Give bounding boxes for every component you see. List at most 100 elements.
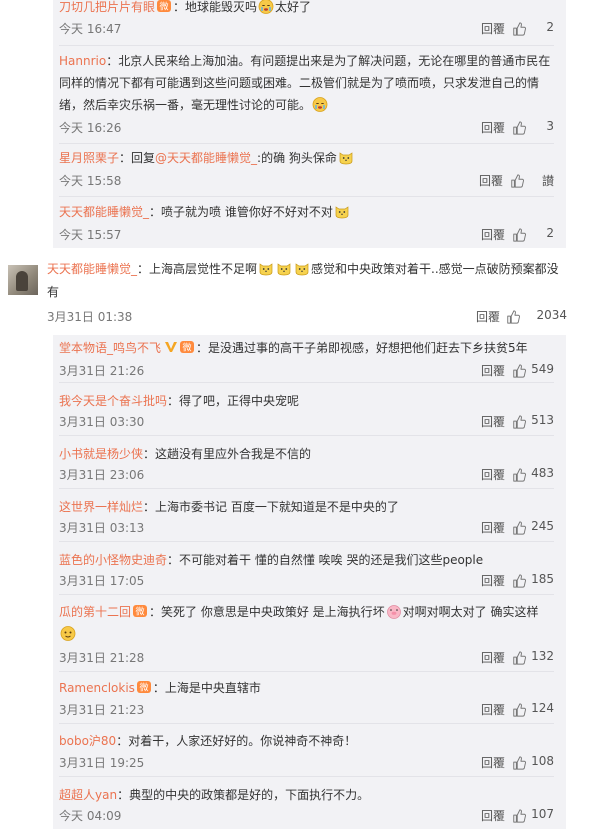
- cry-emoji-icon: [312, 96, 328, 112]
- reply-button[interactable]: 回覆: [481, 572, 505, 589]
- reply-button[interactable]: 回覆: [481, 20, 505, 37]
- reply-username[interactable]: 堂本物语_鸣鸟不飞: [59, 341, 161, 355]
- reply-text: ：是没遇过事的高干子弟即视感，好想把他们赶去下乡扶贫5年: [196, 341, 528, 355]
- thumbs-up-icon[interactable]: [512, 756, 526, 770]
- reply-meta: 3月31日 03:30 回覆 513: [59, 413, 566, 433]
- reply-username[interactable]: 刀切几把片片有眼: [59, 0, 155, 14]
- reply-time: 今天 04:09: [59, 809, 122, 823]
- reply-meta: 3月31日 21:23 回覆 124: [59, 701, 566, 721]
- reply-username[interactable]: 超超人yan: [59, 788, 117, 802]
- reply-text: ：喷子就为喷 谁管你好不好对不对: [149, 205, 333, 219]
- reply-item: 这世界一样灿烂：上海市委书记 百度一下就知道是不是中央的了 3月31日 03:1…: [59, 496, 566, 535]
- divider: [59, 671, 554, 672]
- reply-username[interactable]: 天天都能睡懒觉_: [59, 205, 149, 219]
- reply-button[interactable]: 回覆: [481, 649, 505, 666]
- like-count: 3: [546, 119, 554, 133]
- reply-item: Ramenclokis ：上海是中央直辖市 3月31日 21:23 回覆 124: [59, 677, 566, 717]
- cat-emoji-icon: [258, 260, 274, 276]
- reply-item: 小书就是杨少侠：这趟没有里应外合我是不信的 3月31日 23:06 回覆 483: [59, 443, 566, 482]
- like-count: 513: [531, 413, 554, 427]
- reply-button[interactable]: 回覆: [481, 807, 505, 824]
- divider: [59, 196, 554, 197]
- reply-text: ：得了吧，正得中央宠呢: [167, 394, 300, 408]
- reply-text: ：回复: [119, 151, 156, 165]
- like-count: 549: [531, 362, 554, 376]
- thumbs-up-icon[interactable]: [512, 364, 526, 378]
- comment-username[interactable]: 天天都能睡懒觉_: [47, 262, 137, 276]
- cat-emoji-icon: [276, 260, 292, 276]
- reply-button[interactable]: 回覆: [481, 362, 505, 379]
- avatar[interactable]: [8, 265, 38, 295]
- thumbs-up-icon[interactable]: [512, 574, 526, 588]
- reply-username[interactable]: 小书就是杨少侠: [59, 447, 143, 461]
- reply-item: 我今天是个奋斗批吗：得了吧，正得中央宠呢 3月31日 03:30 回覆 513: [59, 390, 566, 429]
- reply-time: 今天 16:47: [59, 22, 122, 36]
- reply-time: 3月31日 21:28: [59, 651, 145, 665]
- reply-text: ：典型的中央的政策都是好的，下面执行不力。: [117, 788, 370, 802]
- vip-badge-icon: [164, 341, 178, 353]
- thumbs-up-icon[interactable]: [512, 22, 526, 36]
- comment-text: ：上海高层觉性不足啊: [137, 262, 258, 276]
- reply-item: 蓝色的小怪物史迪奇：不可能对着干 懂的自然懂 唉唉 哭的还是我们这些people…: [59, 549, 566, 588]
- divider: [59, 488, 554, 489]
- thumbs-up-icon[interactable]: [512, 228, 526, 242]
- like-count: 483: [531, 466, 554, 480]
- reply-button[interactable]: 回覆: [481, 754, 505, 771]
- reply-username[interactable]: 我今天是个奋斗批吗: [59, 394, 167, 408]
- thumbs-up-icon[interactable]: [512, 415, 526, 429]
- reply-time: 3月31日 23:06: [59, 468, 145, 482]
- reply-username[interactable]: Ramenclokis: [59, 681, 135, 695]
- thumbs-up-icon[interactable]: [512, 703, 526, 717]
- reply-time: 3月31日 03:30: [59, 415, 145, 429]
- reply-item: bobo沪80：对着干，人家还好好的。你说神奇不神奇！ 3月31日 19:25 …: [59, 730, 566, 770]
- divider: [59, 435, 554, 436]
- like-count: 107: [531, 807, 554, 821]
- reply-button[interactable]: 回覆: [476, 308, 500, 325]
- reply-text: ：笑死了 你意思是中央政策好 是上海执行坏: [149, 605, 385, 619]
- reply-button[interactable]: 回覆: [481, 466, 505, 483]
- reply-meta: 今天 04:09 回覆 107: [59, 807, 566, 827]
- comment: 天天都能睡懒觉_：上海高层觉性不足啊 感觉和中央政策对着干..感觉一点破防预案都没…: [0, 258, 598, 328]
- like-label[interactable]: 讃: [534, 172, 554, 189]
- reply-item: Hannrio：北京人民来给上海加油。有问题提出来是为了解决问题，无论在哪里的普…: [59, 50, 566, 135]
- reply-time: 3月31日 21:23: [59, 703, 145, 717]
- reply-username[interactable]: 瓜的第十二回: [59, 605, 131, 619]
- reply-button[interactable]: 回覆: [481, 226, 505, 243]
- reply-meta: 3月31日 19:25 回覆 108: [59, 754, 566, 774]
- reply-time: 今天 16:26: [59, 121, 122, 135]
- divider: [59, 776, 554, 777]
- reply-text: ：上海市委书记 百度一下就知道是不是中央的了: [143, 500, 399, 514]
- mention-link[interactable]: @天天都能睡懒觉_: [155, 151, 257, 165]
- weibo-badge-icon: [136, 679, 152, 695]
- reply-username[interactable]: 星月照栗子: [59, 151, 119, 165]
- reply-button[interactable]: 回覆: [481, 119, 505, 136]
- reply-meta: 3月31日 03:13 回覆 245: [59, 519, 566, 539]
- face-emoji-icon: [60, 625, 76, 641]
- divider: [59, 723, 554, 724]
- reply-username[interactable]: Hannrio: [59, 54, 106, 68]
- cry-emoji-icon: [258, 0, 274, 14]
- reply-username[interactable]: 蓝色的小怪物史迪奇: [59, 553, 167, 567]
- thumbs-up-icon[interactable]: [510, 174, 524, 188]
- reply-text: ：这趟没有里应外合我是不信的: [143, 447, 312, 461]
- reply-text: ：不可能对着干 懂的自然懂 唉唉 哭的还是我们这些people: [167, 553, 484, 567]
- reply-button[interactable]: 回覆: [481, 519, 505, 536]
- reply-username[interactable]: bobo沪80: [59, 734, 116, 748]
- reply-username[interactable]: 这世界一样灿烂: [59, 500, 143, 514]
- reply-button[interactable]: 回覆: [479, 172, 503, 189]
- like-count: 2: [546, 20, 554, 34]
- reply-item: 超超人yan：典型的中央的政策都是好的，下面执行不力。 今天 04:09 回覆 …: [59, 784, 566, 823]
- reply-item: 刀切几把片片有眼 ：地球能毁灭吗 太好了 今天 16:47 回覆 2: [59, 0, 566, 36]
- thumbs-up-icon[interactable]: [512, 121, 526, 135]
- reply-meta: 3月31日 23:06 回覆 483: [59, 466, 566, 486]
- thumbs-up-icon[interactable]: [512, 468, 526, 482]
- reply-button[interactable]: 回覆: [481, 701, 505, 718]
- thumbs-up-icon[interactable]: [512, 651, 526, 665]
- reply-text-tail: 太好了: [275, 0, 312, 14]
- thumbs-up-icon[interactable]: [512, 521, 526, 535]
- like-count: 132: [531, 649, 554, 663]
- reply-button[interactable]: 回覆: [481, 413, 505, 430]
- thumbs-up-icon[interactable]: [512, 809, 526, 823]
- thumbs-up-icon[interactable]: [506, 310, 520, 324]
- reply-item: 天天都能睡懒觉_：喷子就为喷 谁管你好不好对不对 今天 15:57 回覆 2: [59, 201, 566, 242]
